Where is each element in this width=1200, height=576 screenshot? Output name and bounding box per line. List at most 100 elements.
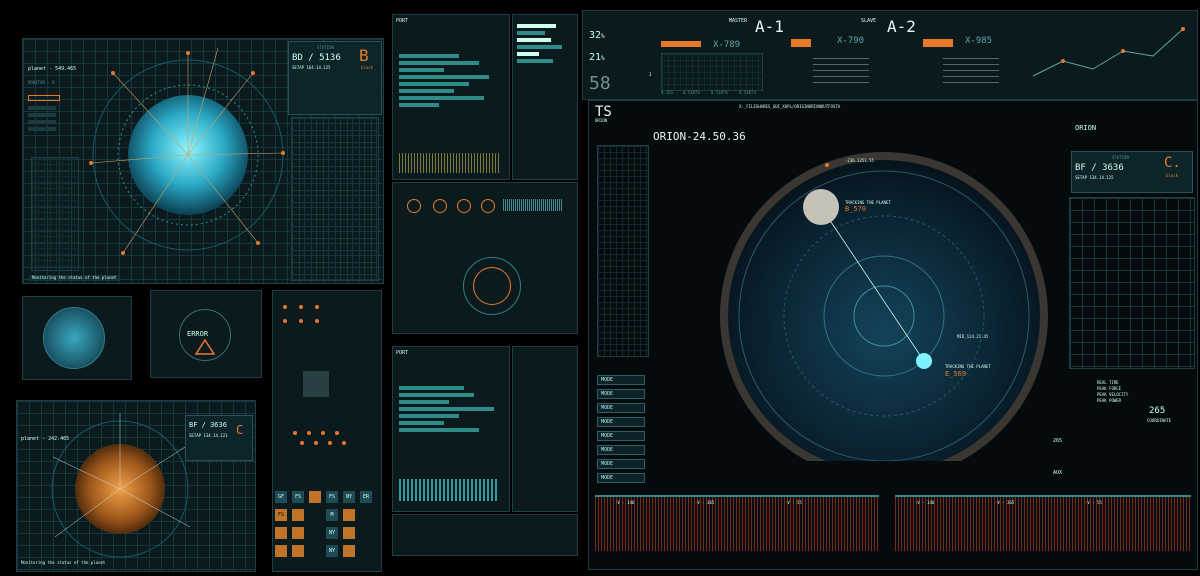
mode-button-5[interactable]: MODE	[597, 431, 645, 441]
wave-right-label-1: -V - 146	[915, 500, 935, 505]
block-letter: B	[359, 46, 369, 65]
readout-3: PEAK VELOCITY	[1097, 392, 1129, 397]
readout-4: PEAK POWER	[1097, 398, 1122, 403]
a2-label: A-2	[887, 17, 916, 36]
track-target-2: E_569	[945, 370, 967, 378]
keypad[interactable]: GF FS FS NY ER FS M NY NY	[275, 491, 379, 569]
key-blank-7[interactable]	[275, 545, 287, 557]
orion-radar	[720, 152, 1048, 461]
waveform-2	[943, 53, 999, 83]
orange-meter-2	[791, 39, 811, 47]
station-code-main: BF / 3636	[1075, 163, 1124, 173]
key-fs-3[interactable]: FS	[275, 509, 287, 521]
mode-button-6[interactable]: MODE	[597, 445, 645, 455]
station-setap: SETAP 164.14.125	[292, 65, 331, 70]
key-blank-5[interactable]	[292, 527, 304, 539]
mode-button-7[interactable]: MODE	[597, 459, 645, 469]
key-blank-9[interactable]	[343, 545, 355, 557]
key-fs-2[interactable]: FS	[326, 491, 338, 503]
diagram-keypad-panel: GF FS FS NY ER FS M NY NY	[272, 290, 382, 572]
orange-planet-graphic	[51, 413, 191, 558]
key-blank-8[interactable]	[292, 545, 304, 557]
slave-label: SLAVE	[861, 18, 877, 24]
num-265: 265	[1149, 406, 1166, 416]
planet-title: planet - 549.465	[28, 66, 77, 72]
axis-label-1: 0.54876	[683, 90, 700, 95]
signal-grid	[661, 53, 763, 91]
ts-label: TS	[595, 104, 612, 120]
orange-meter-1	[661, 41, 701, 47]
key-ny-2[interactable]: NY	[326, 527, 338, 539]
station-grid	[291, 117, 379, 281]
mode-button-2[interactable]: MODE	[597, 389, 645, 399]
port-bars-2	[399, 383, 499, 435]
wave-left-label-3: -V - 55	[785, 500, 802, 505]
dial-panel	[392, 182, 578, 334]
key-m[interactable]: M	[326, 509, 338, 521]
mode-button-4[interactable]: MODE	[597, 417, 645, 427]
mode-button-8[interactable]: MODE	[597, 473, 645, 483]
x-789: X-789	[713, 40, 741, 50]
monitor-select[interactable]	[28, 95, 60, 101]
key-ny[interactable]: NY	[343, 491, 355, 503]
coord-2: MID_124.21.45	[957, 334, 989, 339]
big-number: 58	[589, 73, 611, 94]
orion-main-view: TS ORION X:_FILESHARES_GUI_XUPL/ORIGINOR…	[588, 100, 1198, 570]
port-panel-top: PORT	[392, 14, 510, 180]
key-gf[interactable]: GF	[275, 491, 287, 503]
station-label: STATION	[317, 45, 334, 50]
axis-label-2: 0.54876	[711, 90, 728, 95]
readout-1: REAL TIME	[1097, 380, 1119, 385]
master-label: MASTER	[729, 18, 748, 24]
port-footer	[392, 514, 578, 556]
waveform-left: -V - 146 -V - 365 -V - 55	[595, 495, 879, 551]
key-blank-6[interactable]	[343, 527, 355, 539]
wave-left-label-1: -V - 146	[615, 500, 635, 505]
big-number-unit: 3	[649, 72, 652, 77]
key-blank[interactable]	[309, 491, 321, 503]
key-ny-3[interactable]: NY	[326, 545, 338, 557]
planet-monitor-panel-b: planet - 549.465 MONITOR - B STATION BD …	[22, 38, 384, 284]
warning-icon	[195, 339, 215, 355]
waveform-1	[813, 53, 869, 83]
block-word: block	[361, 65, 374, 70]
coord-1: -236.1251.55	[845, 158, 874, 163]
key-er[interactable]: ER	[360, 491, 372, 503]
dial-waveform	[503, 199, 563, 211]
key-blank-4[interactable]	[275, 527, 287, 539]
station-info-box-main: STATION BF / 3636 SETAP 134.14.125 C. bl…	[1071, 151, 1193, 193]
track-target-1: B_570	[845, 205, 867, 213]
num-265-left: 265	[1053, 438, 1063, 444]
mode-button-3[interactable]: MODE	[597, 403, 645, 413]
trend-line-graph	[1032, 27, 1185, 77]
port-side-bottom	[512, 346, 578, 512]
coordinate-label: COORDINATE	[1147, 418, 1172, 423]
axis-label-3: 0.54874	[739, 90, 756, 95]
monitor-list	[28, 103, 56, 134]
key-blank-2[interactable]	[292, 509, 304, 521]
station-setap-b: SETAP 134.14.123	[189, 433, 228, 438]
readout-2: PEAK FORCE	[1097, 386, 1122, 391]
satellite-planet-graphic	[89, 47, 285, 255]
key-blank-3[interactable]	[343, 509, 355, 521]
station-info-box-b: BF / 3636 SETAP 134.14.123 C	[185, 415, 253, 461]
side-data-block	[31, 157, 79, 271]
right-grid	[1069, 197, 1195, 369]
mode-button-1[interactable]: MODE	[597, 375, 645, 385]
orion-small-label: ORION	[595, 118, 608, 123]
axis-label-0: 0.265	[661, 90, 674, 95]
port-title: PORT	[396, 18, 409, 24]
wave-left-label-2: -V - 365	[695, 500, 715, 505]
wave-right-label-2: -V - 365	[995, 500, 1015, 505]
top-stats-strip: 32% 21% 58 3 X-789 0.265 0.54876 0.54876…	[582, 10, 1198, 100]
planet-caption: Monitoring the status of the planet	[29, 275, 120, 281]
waveform-right: -V - 146 -V - 365 -V - 55	[895, 495, 1191, 551]
port-waveform	[399, 153, 499, 173]
orange-meter-3	[923, 39, 953, 47]
planet-caption-b: Monitoring the status of the planet	[21, 560, 106, 565]
port-side-top	[512, 14, 578, 180]
key-fs[interactable]: FS	[292, 491, 304, 503]
block-word-main: block	[1166, 173, 1179, 178]
station-code: BD / 5136	[292, 53, 341, 63]
error-label: ERROR	[187, 330, 209, 338]
